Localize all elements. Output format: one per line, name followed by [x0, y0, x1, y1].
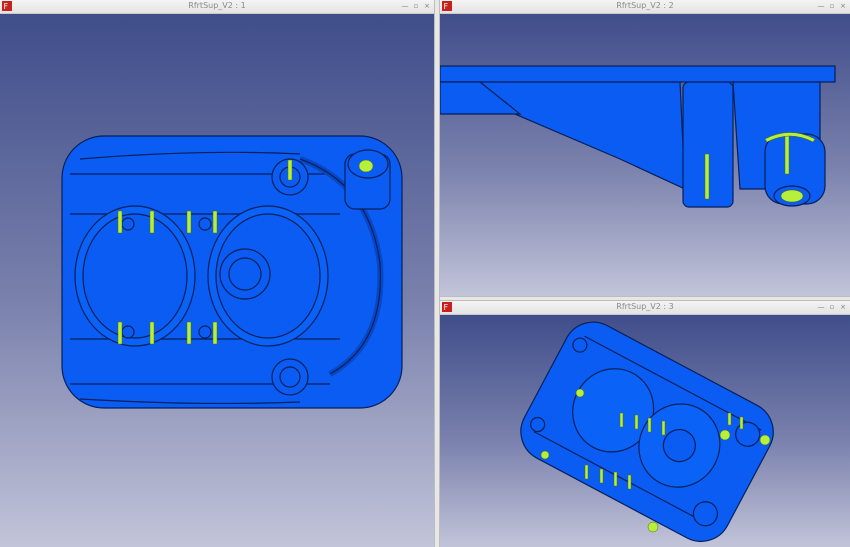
view-3-window[interactable]: F RfrtSup_V2 : 3 — ▫ ×: [440, 301, 850, 547]
view-1-titlebar[interactable]: F RfrtSup_V2 : 1 — ▫ ×: [0, 0, 434, 14]
part-iso-view: [520, 321, 774, 542]
maximize-icon[interactable]: ▫: [828, 303, 836, 311]
view-2-titlebar[interactable]: F RfrtSup_V2 : 2 — ▫ ×: [440, 0, 850, 14]
view-3-title: RfrtSup_V2 : 3: [616, 302, 674, 311]
view-1-canvas[interactable]: [0, 14, 434, 547]
view-2-canvas[interactable]: [440, 14, 850, 296]
view-1-title: RfrtSup_V2 : 1: [188, 1, 246, 10]
view-3-titlebar[interactable]: F RfrtSup_V2 : 3 — ▫ ×: [440, 301, 850, 315]
part-top-view: [61, 135, 403, 409]
close-icon[interactable]: ×: [839, 2, 847, 10]
view-1-window[interactable]: F RfrtSup_V2 : 1 — ▫ ×: [0, 0, 434, 547]
maximize-icon[interactable]: ▫: [412, 2, 420, 10]
view-2-window[interactable]: F RfrtSup_V2 : 2 — ▫ ×: [440, 0, 850, 296]
close-icon[interactable]: ×: [423, 2, 431, 10]
part-side-view: [440, 65, 836, 208]
close-icon[interactable]: ×: [839, 303, 847, 311]
view-3-canvas[interactable]: [440, 315, 850, 547]
minimize-icon[interactable]: —: [817, 2, 825, 10]
minimize-icon[interactable]: —: [401, 2, 409, 10]
top-flange: [440, 65, 836, 83]
maximize-icon[interactable]: ▫: [828, 2, 836, 10]
view-2-title: RfrtSup_V2 : 2: [616, 1, 674, 10]
minimize-icon[interactable]: —: [817, 303, 825, 311]
